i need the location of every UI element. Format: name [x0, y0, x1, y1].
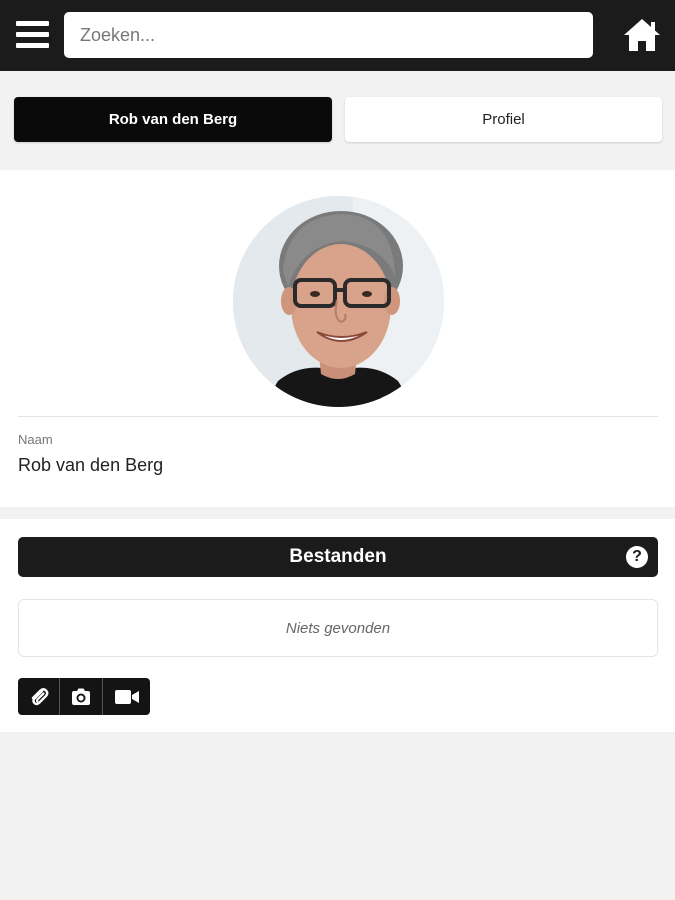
- video-button[interactable]: [103, 678, 150, 715]
- profile-card: Naam Rob van den Berg: [0, 170, 675, 507]
- paperclip-icon: [31, 687, 48, 705]
- file-action-buttons: [18, 678, 150, 715]
- hamburger-menu-icon[interactable]: [16, 20, 49, 50]
- search-input[interactable]: [64, 12, 593, 58]
- empty-state-text: Niets gevonden: [285, 619, 391, 637]
- tab-profiel[interactable]: Profiel: [345, 97, 662, 142]
- empty-state: Niets gevonden: [18, 599, 658, 657]
- question-circle-icon[interactable]: ?: [626, 546, 648, 568]
- files-title: Bestanden: [289, 546, 387, 567]
- camera-icon: [72, 688, 90, 705]
- files-card: Bestanden ? Niets gevonden: [0, 519, 675, 732]
- home-icon[interactable]: [622, 17, 662, 53]
- attach-button[interactable]: [18, 678, 60, 715]
- files-header: Bestanden ?: [18, 537, 658, 577]
- name-label: Naam: [18, 432, 53, 447]
- camera-button[interactable]: [60, 678, 103, 715]
- video-camera-icon: [114, 689, 139, 704]
- name-value: Rob van den Berg: [18, 455, 164, 475]
- top-bar: [0, 0, 675, 71]
- avatar: [233, 196, 444, 407]
- divider: [18, 416, 658, 417]
- tab-rob-van-den-berg[interactable]: Rob van den Berg: [14, 97, 332, 142]
- tab-bar: Rob van den Berg Profiel: [0, 71, 675, 166]
